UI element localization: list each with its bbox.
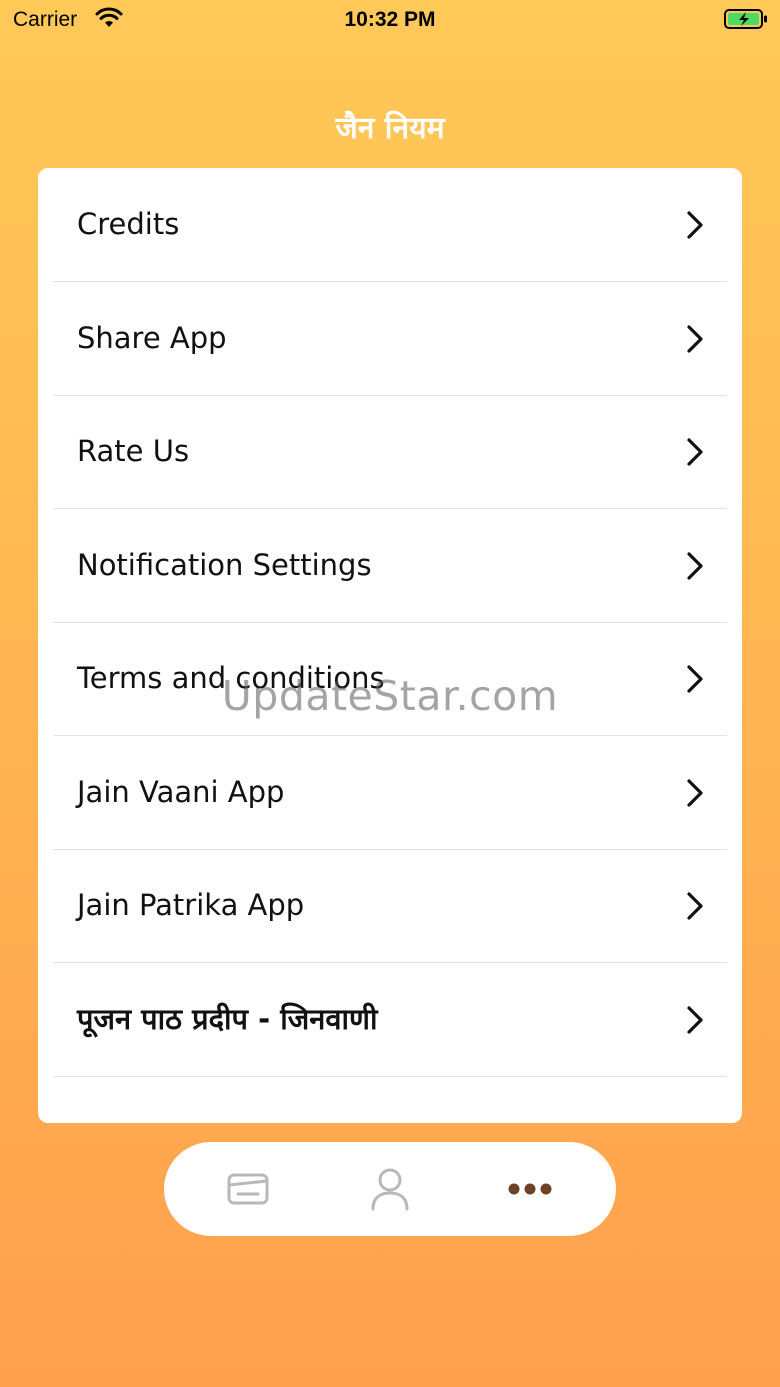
tab-inbox[interactable]: [198, 1142, 298, 1236]
chevron-right-icon: [687, 552, 703, 580]
chevron-right-icon: [687, 892, 703, 920]
menu-item-jain-patrika-app[interactable]: Jain Patrika App: [53, 849, 727, 963]
menu-item-credits[interactable]: Credits: [53, 168, 727, 282]
chevron-right-icon: [687, 211, 703, 239]
menu-item-share-app[interactable]: Share App: [53, 282, 727, 396]
menu-item-jain-vaani-app[interactable]: Jain Vaani App: [53, 736, 727, 850]
chevron-right-icon: [687, 1006, 703, 1034]
inbox-icon: [227, 1173, 269, 1205]
menu-item-label: Share App: [77, 321, 227, 355]
menu-item-label: Jain Patrika App: [77, 888, 305, 922]
chevron-right-icon: [687, 665, 703, 693]
chevron-right-icon: [687, 325, 703, 353]
menu-item-label: Credits: [77, 207, 180, 241]
more-icon: [508, 1183, 552, 1195]
menu-item-terms[interactable]: Terms and conditions: [53, 622, 727, 736]
clock: 10:32 PM: [344, 8, 436, 31]
menu-item-notification-settings[interactable]: Notification Settings: [53, 509, 727, 623]
status-bar: Carrier 10:32 PM: [0, 0, 780, 40]
tab-more[interactable]: [480, 1142, 580, 1236]
menu-item-rate-us[interactable]: Rate Us: [53, 395, 727, 509]
chevron-right-icon: [687, 779, 703, 807]
profile-icon: [371, 1168, 409, 1211]
menu-item-pujan-path-pradeep[interactable]: पूजन पाठ प्रदीप - जिनवाणी: [53, 963, 727, 1077]
menu-item-label: Jain Vaani App: [77, 775, 285, 809]
chevron-right-icon: [687, 438, 703, 466]
menu-item-label: पूजन पाठ प्रदीप - जिनवाणी: [77, 1002, 378, 1036]
menu-item-label: Rate Us: [77, 434, 190, 468]
battery-charging-icon: [724, 9, 767, 29]
menu-card: Credits Share App Rate Us Notification S…: [38, 168, 742, 1123]
menu-item-label: Notification Settings: [77, 548, 372, 582]
menu-item-label: Terms and conditions: [77, 661, 385, 695]
tab-bar: [164, 1142, 616, 1236]
tab-profile[interactable]: [340, 1142, 440, 1236]
page-title: जैन नियम: [335, 111, 445, 146]
